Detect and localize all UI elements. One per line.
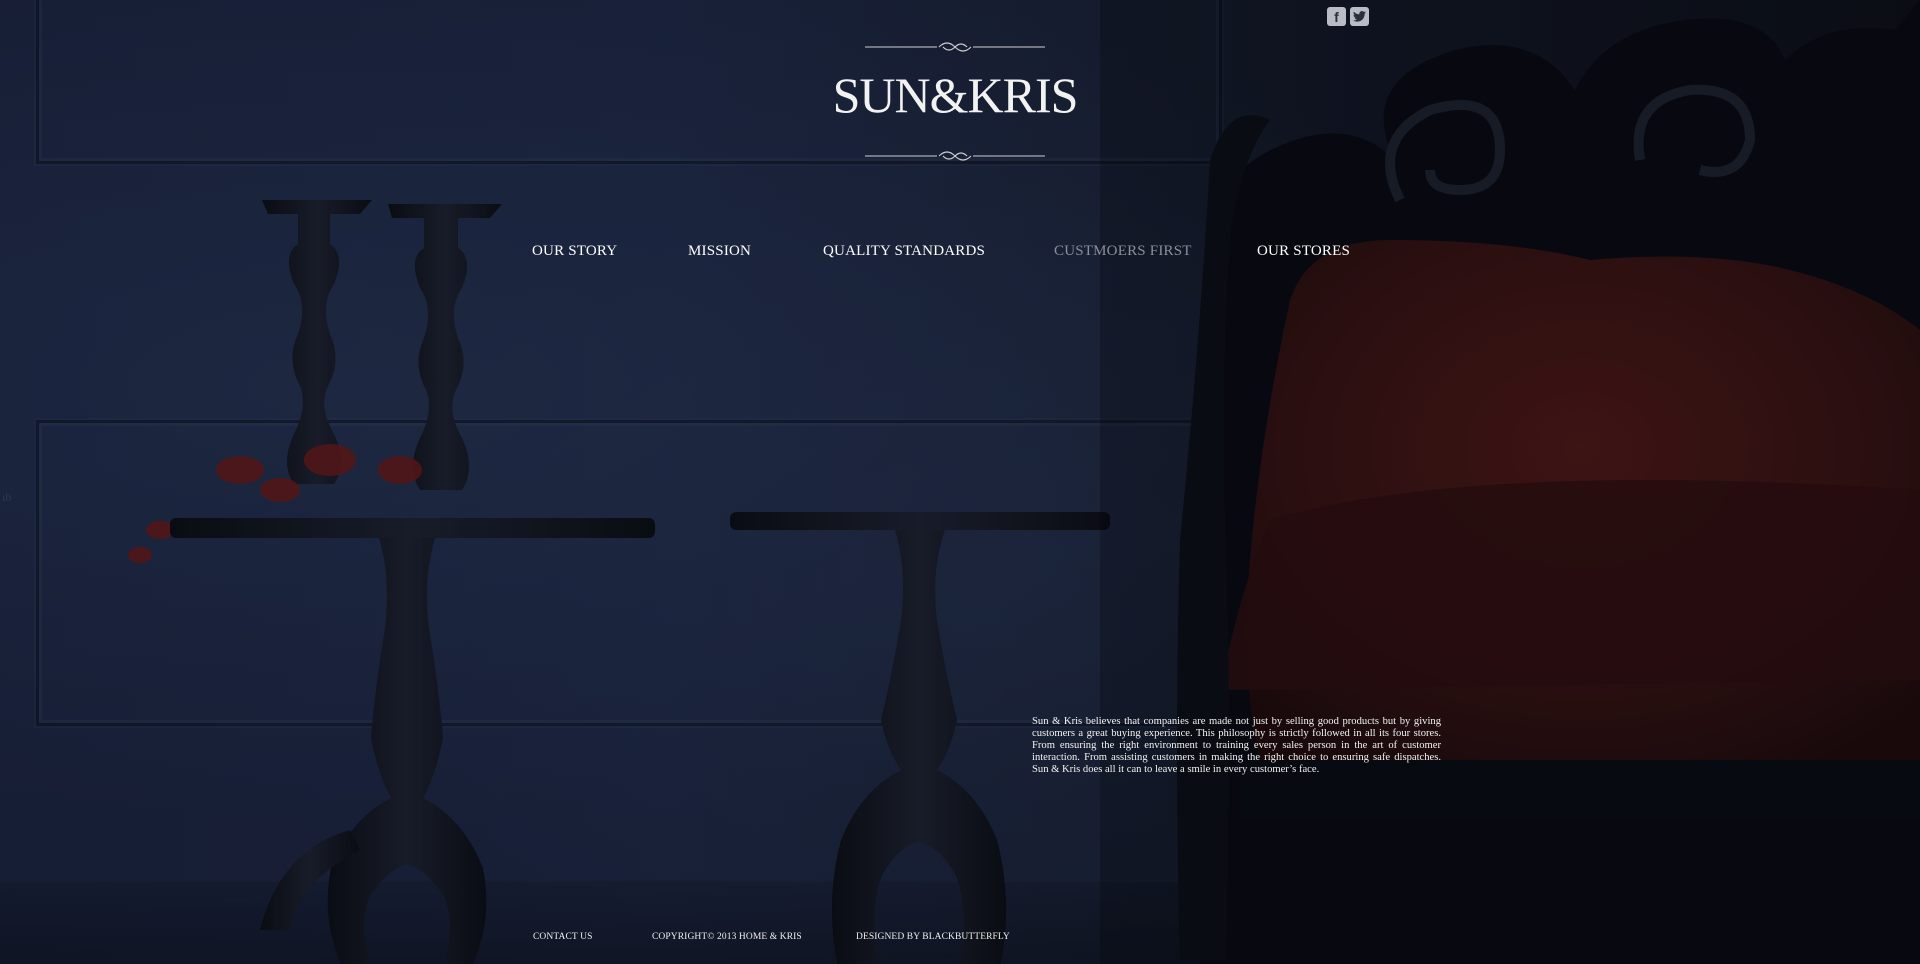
- nav-quality-standards[interactable]: QUALITY STANDARDS: [823, 243, 985, 260]
- flourish-top-ornament: [865, 42, 1045, 52]
- footer-contact-link[interactable]: CONTACT US: [533, 932, 592, 942]
- facebook-icon[interactable]: f: [1327, 7, 1346, 26]
- footer-designer-credit[interactable]: DESIGNED BY BLACKBUTTERFLY: [856, 932, 1010, 942]
- twitter-icon[interactable]: [1350, 7, 1369, 26]
- page: ıb f SUN&KRIS OUR STORY MISSION QUALITY …: [0, 0, 1920, 964]
- social-links: f: [1327, 7, 1369, 26]
- site-logo[interactable]: SUN&KRIS: [820, 40, 1090, 165]
- intro-paragraph: Sun & Kris believes that companies are m…: [1032, 715, 1441, 776]
- footer: CONTACT US COPYRIGHT© 2013 HOME & KRIS D…: [0, 932, 1920, 946]
- nav-our-stores[interactable]: OUR STORES: [1257, 243, 1350, 260]
- twitter-bird-glyph: [1353, 11, 1366, 22]
- logo-text: SUN&KRIS: [832, 67, 1079, 123]
- edge-artifact: ıb: [2, 490, 12, 504]
- flourish-bottom-ornament: [865, 151, 1045, 161]
- nav-customers-first[interactable]: CUSTMOERS FIRST: [1054, 243, 1192, 260]
- main-navigation: OUR STORY MISSION QUALITY STANDARDS CUST…: [0, 243, 1920, 267]
- nav-our-story[interactable]: OUR STORY: [532, 243, 617, 260]
- footer-copyright: COPYRIGHT© 2013 HOME & KRIS: [652, 932, 802, 942]
- nav-mission[interactable]: MISSION: [688, 243, 751, 260]
